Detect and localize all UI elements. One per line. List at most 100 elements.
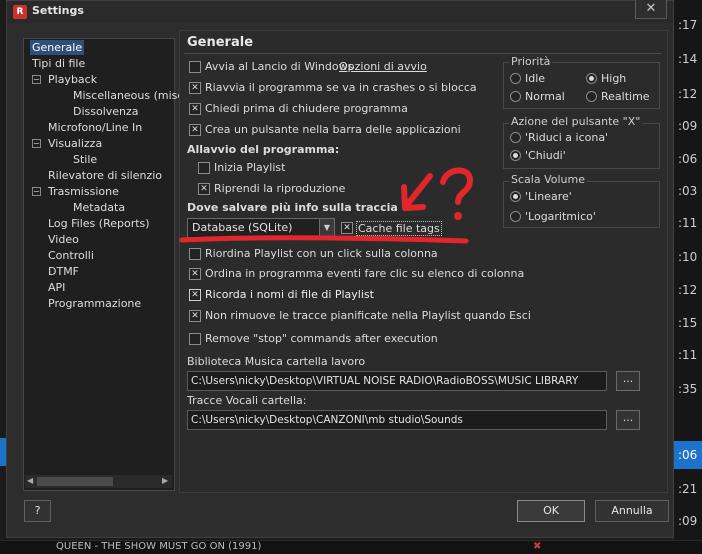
title-bar[interactable]: R Settings ✕ <box>7 0 673 23</box>
tree-item-visualizza[interactable]: Visualizza <box>48 136 102 151</box>
help-button[interactable]: ? <box>24 500 51 522</box>
voice-folder-input[interactable]: C:\Users\nicky\Desktop\CANZONI\mb studio… <box>187 410 607 430</box>
settings-panel: Generale Avvia al Lancio di Windows Opzi… <box>179 30 668 493</box>
tree-item-playback[interactable]: Playback <box>48 72 97 87</box>
checkbox-label: Riprendi la riproduzione <box>214 182 346 195</box>
tree-item-tipi-di-file[interactable]: Tipi di file <box>32 56 85 71</box>
voice-folder-label: Tracce Vocali cartella: <box>187 394 307 407</box>
ok-button[interactable]: OK <box>517 500 585 522</box>
tree-item-generale[interactable]: Generale <box>30 40 85 55</box>
tree-item-trasmissione[interactable]: Trasmissione <box>48 184 119 199</box>
checkbox-label: Cache file tags <box>356 221 442 236</box>
checkbox-cache-tags[interactable]: ✕ <box>341 222 353 234</box>
checkbox-label: Inizia Playlist <box>214 161 286 174</box>
x-action-label: Azione del pulsante "X" <box>509 115 643 128</box>
scroll-left-icon[interactable]: ◀ <box>27 476 33 485</box>
background-now-playing-bar: QUEEN - THE SHOW MUST GO ON (1991) ✖ <box>0 540 702 554</box>
browse-music-button[interactable]: ... <box>616 371 640 391</box>
radio-normal[interactable] <box>510 91 521 102</box>
tree-item-rilevatore[interactable]: Rilevatore di silenzio <box>48 168 162 183</box>
checkbox-label: Non rimuove le tracce pianificate nella … <box>205 309 531 322</box>
playlist-time: :09 <box>678 119 698 133</box>
cancel-button[interactable]: Annulla <box>595 500 669 522</box>
playlist-time: :06 <box>678 152 698 166</box>
radio-realtime[interactable] <box>586 91 597 102</box>
remove-icon[interactable]: ✖ <box>533 541 541 552</box>
checkbox-inizia-playlist[interactable] <box>198 162 210 174</box>
collapse-icon[interactable]: − <box>32 139 41 148</box>
playlist-time: :21 <box>678 482 698 496</box>
playlist-time: :11 <box>678 348 698 362</box>
playlist-time-current[interactable]: :06 <box>674 441 702 469</box>
playlist-time: :03 <box>678 184 698 198</box>
divider <box>184 53 661 54</box>
checkbox-label: Crea un pulsante nella barra delle appli… <box>205 123 461 136</box>
radio-label: 'Lineare' <box>525 190 572 203</box>
checkbox-label: Riordina Playlist con un click sulla col… <box>205 247 438 260</box>
scroll-right-icon[interactable]: ▶ <box>162 476 168 485</box>
playlist-time: :15 <box>678 316 698 330</box>
checkbox-label: Chiedi prima di chiudere programma <box>205 102 408 115</box>
checkbox-avvia-windows[interactable] <box>189 61 201 73</box>
tree-item-stile[interactable]: Stile <box>73 152 97 167</box>
radio-logaritmico[interactable] <box>510 211 521 222</box>
checkbox-label: Ordina in programma eventi fare clic su … <box>205 267 525 280</box>
checkbox-ordina-eventi[interactable]: ✕ <box>189 268 201 280</box>
tree-item-log-files[interactable]: Log Files (Reports) <box>48 216 150 231</box>
panel-title: Generale <box>187 35 254 50</box>
browse-voice-button[interactable]: ... <box>616 410 640 430</box>
app-icon: R <box>13 5 27 19</box>
checkbox-non-rimuove[interactable]: ✕ <box>189 310 201 322</box>
background-playlist-column <box>672 0 702 553</box>
checkbox-label: Ricorda i nomi di file di Playlist <box>205 288 374 301</box>
radio-label: Realtime <box>601 90 650 103</box>
close-button[interactable]: ✕ <box>635 0 667 19</box>
collapse-icon[interactable]: − <box>32 75 41 84</box>
scrollbar-thumb[interactable] <box>37 477 113 486</box>
priority-label: Priorità <box>509 55 553 68</box>
tree-item-dtmf[interactable]: DTMF <box>48 264 79 279</box>
checkbox-remove-stop[interactable] <box>189 333 201 345</box>
storage-select-value: Database (SQLite) <box>192 221 293 234</box>
radio-label: Idle <box>525 72 546 85</box>
chevron-down-icon[interactable]: ▼ <box>319 219 334 237</box>
radio-label: 'Logaritmico' <box>525 210 596 223</box>
x-action-group <box>503 123 660 169</box>
checkbox-chiedi-chiudere[interactable]: ✕ <box>189 103 201 115</box>
checkbox-riprendi[interactable]: ✕ <box>198 183 210 195</box>
checkbox-ricorda-nomi[interactable]: ✕ <box>189 289 201 301</box>
radio-label: High <box>601 72 627 85</box>
window-title: Settings <box>32 4 84 17</box>
tree-item-programmazione[interactable]: Programmazione <box>48 296 141 311</box>
checkbox-crea-pulsante[interactable]: ✕ <box>189 124 201 136</box>
tree-item-dissolvenza[interactable]: Dissolvenza <box>73 104 139 119</box>
tree-item-video[interactable]: Video <box>48 232 79 247</box>
radio-chiudi[interactable] <box>510 150 521 161</box>
playlist-time: :12 <box>678 283 698 297</box>
settings-tree: Generale Tipi di file − Playback Miscell… <box>23 38 200 491</box>
playlist-time: :14 <box>678 52 698 66</box>
tree-item-metadata[interactable]: Metadata <box>73 200 125 215</box>
tree-item-controlli[interactable]: Controlli <box>48 248 94 263</box>
startup-options-link[interactable]: Opzioni di avvio <box>339 60 427 73</box>
radio-lineare[interactable] <box>510 191 521 202</box>
radio-riduci[interactable] <box>510 132 521 143</box>
playlist-time: :35 <box>678 382 698 396</box>
storage-select[interactable]: Database (SQLite) ▼ <box>187 218 335 238</box>
checkbox-riordina[interactable] <box>189 248 201 260</box>
radio-idle[interactable] <box>510 73 521 84</box>
playlist-time: :17 <box>678 18 698 32</box>
tree-horizontal-scrollbar[interactable]: ◀ ▶ <box>25 475 172 488</box>
tree-item-api[interactable]: API <box>48 280 65 295</box>
volume-scale-label: Scala Volume <box>509 173 587 186</box>
startup-heading: Allavvio del programma: <box>187 143 340 156</box>
radio-label: 'Chiudi' <box>525 149 566 162</box>
checkbox-label: Avvia al Lancio di Windows <box>205 60 354 73</box>
collapse-icon[interactable]: − <box>32 187 41 196</box>
tree-item-microfono[interactable]: Microfono/Line In <box>48 120 142 135</box>
music-folder-input[interactable]: C:\Users\nicky\Desktop\VIRTUAL NOISE RAD… <box>187 371 607 391</box>
checkbox-riavvia[interactable]: ✕ <box>189 82 201 94</box>
checkbox-label: Riavvia il programma se va in crashes o … <box>205 81 477 94</box>
radio-high[interactable] <box>586 73 597 84</box>
now-playing-text: QUEEN - THE SHOW MUST GO ON (1991) <box>56 541 262 552</box>
